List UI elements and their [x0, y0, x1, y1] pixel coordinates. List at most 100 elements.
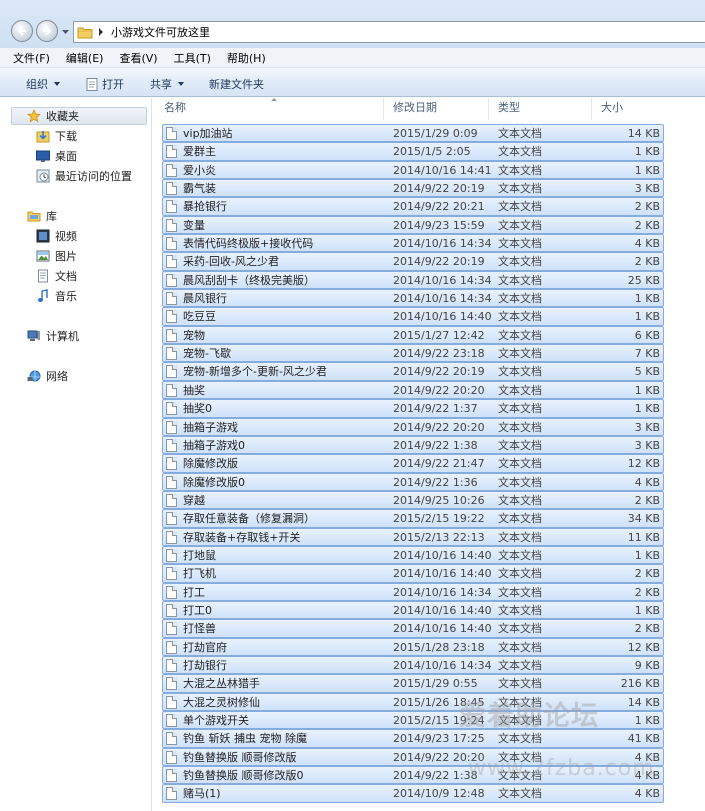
file-date-modified: 2015/1/29 0:55	[393, 677, 478, 691]
sidebar-item-downloads[interactable]: 下载	[36, 128, 77, 144]
file-type: 文本文档	[498, 365, 542, 379]
file-type: 文本文档	[498, 548, 542, 562]
sidebar-item-libraries[interactable]: 库	[27, 208, 57, 224]
file-date-modified: 2015/1/27 12:42	[393, 328, 485, 342]
file-size: 3 KB	[634, 438, 660, 452]
file-row[interactable]: 穿越 2014/9/25 10:26 文本文档 2 KB	[162, 490, 664, 510]
file-row[interactable]: 钓鱼替换版 顺哥修改版 2014/9/22 20:20 文本文档 4 KB	[162, 747, 664, 767]
open-button[interactable]: 打开	[86, 76, 124, 92]
column-name[interactable]: 名称	[155, 98, 384, 120]
file-row[interactable]: vip加油站 2015/1/29 0:09 文本文档 14 KB	[162, 124, 664, 143]
file-size: 1 KB	[634, 548, 660, 562]
file-type: 文本文档	[498, 750, 542, 764]
file-row[interactable]: 宠物-飞歇 2014/9/22 23:18 文本文档 7 KB	[162, 344, 664, 363]
sidebar-item-desktop[interactable]: 桌面	[36, 148, 77, 164]
file-date-modified: 2015/2/15 19:24	[393, 714, 485, 727]
file-type: 文本文档	[498, 273, 542, 287]
file-row[interactable]: 赌马(1) 2014/10/9 12:48 文本文档 4 KB	[162, 784, 664, 803]
file-date-modified: 2015/1/5 2:05	[393, 145, 471, 159]
file-date-modified: 2014/9/22 1:37	[393, 402, 478, 416]
file-row[interactable]: 表情代码终极版+接收代码 2014/10/16 14:34 文本文档 4 KB	[162, 234, 664, 253]
file-row[interactable]: 宠物-新增多个-更新-风之少君 2014/9/22 20:19 文本文档 5 KB	[162, 362, 664, 381]
column-type[interactable]: 类型	[489, 98, 592, 120]
file-row[interactable]: 打劫官府 2015/1/28 23:18 文本文档 12 KB	[162, 637, 664, 656]
file-row[interactable]: 打怪兽 2014/10/16 14:40 文本文档 2 KB	[162, 619, 664, 638]
sidebar-item-music[interactable]: 音乐	[36, 288, 77, 304]
text-file-icon	[166, 292, 177, 306]
file-type: 文本文档	[498, 585, 542, 599]
file-row[interactable]: 打飞机 2014/10/16 14:40 文本文档 2 KB	[162, 564, 664, 583]
file-row[interactable]: 变量 2014/9/23 15:59 文本文档 2 KB	[162, 215, 664, 235]
sidebar-item-computer[interactable]: 计算机	[27, 328, 79, 344]
share-button[interactable]: 共享	[150, 76, 184, 92]
back-button[interactable]	[11, 20, 33, 42]
file-date-modified: 2014/9/23 17:25	[393, 732, 485, 746]
file-row[interactable]: 打劫银行 2014/10/16 14:34 文本文档 9 KB	[162, 655, 664, 675]
file-size: 25 KB	[627, 273, 660, 287]
file-row[interactable]: 大混之灵树修仙 2015/1/26 18:45 文本文档 14 KB	[162, 692, 664, 711]
text-file-icon	[166, 237, 177, 251]
file-type: 文本文档	[498, 530, 542, 544]
sidebar-item-recent-places[interactable]: 最近访问的位置	[36, 168, 132, 184]
forward-button[interactable]	[36, 20, 58, 42]
file-size: 216 KB	[620, 677, 660, 691]
file-row[interactable]: 晨风刮刮卡（终极完美版） 2014/10/16 14:34 文本文档 25 KB	[162, 270, 664, 290]
file-row[interactable]: 爱群主 2015/1/5 2:05 文本文档 1 KB	[162, 142, 664, 161]
file-type: 文本文档	[498, 420, 542, 434]
file-date-modified: 2014/9/22 23:18	[393, 347, 485, 361]
file-date-modified: 2014/10/16 14:34	[393, 273, 492, 287]
file-row[interactable]: 除魔修改版 2014/9/22 21:47 文本文档 12 KB	[162, 454, 664, 473]
file-row[interactable]: 爱小炎 2014/10/16 14:41 文本文档 1 KB	[162, 160, 664, 180]
file-row[interactable]: 霸气装 2014/9/22 20:19 文本文档 3 KB	[162, 179, 664, 198]
breadcrumb-separator-icon[interactable]	[99, 28, 103, 36]
file-date-modified: 2015/1/26 18:45	[393, 695, 485, 709]
recent-pages-dropdown[interactable]	[61, 27, 70, 37]
file-row[interactable]: 打工 2014/10/16 14:34 文本文档 2 KB	[162, 582, 664, 601]
menu-file[interactable]: 文件(F)	[13, 50, 50, 66]
file-date-modified: 2014/9/22 21:47	[393, 457, 485, 471]
sidebar-item-favorites[interactable]: 收藏夹	[11, 107, 147, 125]
sidebar-item-videos[interactable]: 视频	[36, 228, 77, 244]
file-size: 11 KB	[627, 530, 660, 544]
file-row[interactable]: 抽箱子游戏0 2014/9/22 1:38 文本文档 3 KB	[162, 435, 664, 455]
column-size[interactable]: 大小	[592, 98, 664, 120]
file-name: 宠物-新增多个-更新-风之少君	[183, 365, 327, 379]
file-row[interactable]: 大混之丛林猎手 2015/1/29 0:55 文本文档 216 KB	[162, 674, 664, 693]
file-row[interactable]: 钓鱼替换版 顺哥修改版0 2014/9/22 1:38 文本文档 4 KB	[162, 766, 664, 785]
text-file-icon	[166, 200, 177, 214]
column-date-modified[interactable]: 修改日期	[384, 98, 489, 120]
file-row[interactable]: 抽箱子游戏 2014/9/22 20:20 文本文档 3 KB	[162, 417, 664, 436]
new-folder-button[interactable]: 新建文件夹	[209, 76, 264, 92]
sidebar-item-network[interactable]: 网络	[27, 368, 68, 384]
file-type: 文本文档	[498, 292, 542, 306]
file-row[interactable]: 钓鱼 斩妖 捕虫 宠物 除魔 2014/9/23 17:25 文本文档 41 KB	[162, 729, 664, 748]
file-row[interactable]: 暴抢银行 2014/9/22 20:21 文本文档 2 KB	[162, 197, 664, 216]
sidebar-item-documents[interactable]: 文档	[36, 268, 77, 284]
organize-button[interactable]: 组织	[26, 76, 60, 92]
file-size: 2 KB	[634, 200, 660, 214]
breadcrumb-current-folder[interactable]: 小游戏文件可放这里	[111, 24, 210, 40]
file-row[interactable]: 打地鼠 2014/10/16 14:40 文本文档 1 KB	[162, 545, 664, 565]
file-row[interactable]: 除魔修改版0 2014/9/22 1:36 文本文档 4 KB	[162, 472, 664, 491]
file-name: 采药-回收-风之少君	[183, 255, 279, 269]
address-field[interactable]: 小游戏文件可放这里	[73, 21, 705, 43]
file-size: 1 KB	[634, 145, 660, 159]
file-name: 大混之丛林猎手	[183, 677, 260, 691]
file-row[interactable]: 抽奖0 2014/9/22 1:37 文本文档 1 KB	[162, 399, 664, 418]
file-row[interactable]: 抽奖 2014/9/22 20:20 文本文档 1 KB	[162, 380, 664, 400]
file-row[interactable]: 吃豆豆 2014/10/16 14:40 文本文档 1 KB	[162, 307, 664, 326]
file-date-modified: 2014/9/22 20:20	[393, 383, 485, 397]
file-row[interactable]: 存取装备+存取钱+开关 2015/2/13 22:13 文本文档 11 KB	[162, 527, 664, 546]
menu-help[interactable]: 帮助(H)	[227, 50, 266, 66]
file-row[interactable]: 存取任意装备（修复漏洞） 2015/2/15 19:22 文本文档 34 KB	[162, 509, 664, 528]
menu-tools[interactable]: 工具(T)	[174, 50, 211, 66]
file-row[interactable]: 采药-回收-风之少君 2014/9/22 20:19 文本文档 2 KB	[162, 252, 664, 271]
file-row[interactable]: 打工0 2014/10/16 14:40 文本文档 1 KB	[162, 600, 664, 620]
menu-edit[interactable]: 编辑(E)	[66, 50, 104, 66]
file-row[interactable]: 宠物 2015/1/27 12:42 文本文档 6 KB	[162, 325, 664, 345]
sidebar-item-pictures[interactable]: 图片	[36, 248, 77, 264]
file-row[interactable]: 晨风银行 2014/10/16 14:34 文本文档 1 KB	[162, 289, 664, 308]
menu-view[interactable]: 查看(V)	[119, 50, 157, 66]
file-row[interactable]: 单个游戏开关 2015/2/15 19:24 文本文档 1 KB	[162, 711, 664, 730]
file-size: 2 KB	[634, 493, 660, 507]
